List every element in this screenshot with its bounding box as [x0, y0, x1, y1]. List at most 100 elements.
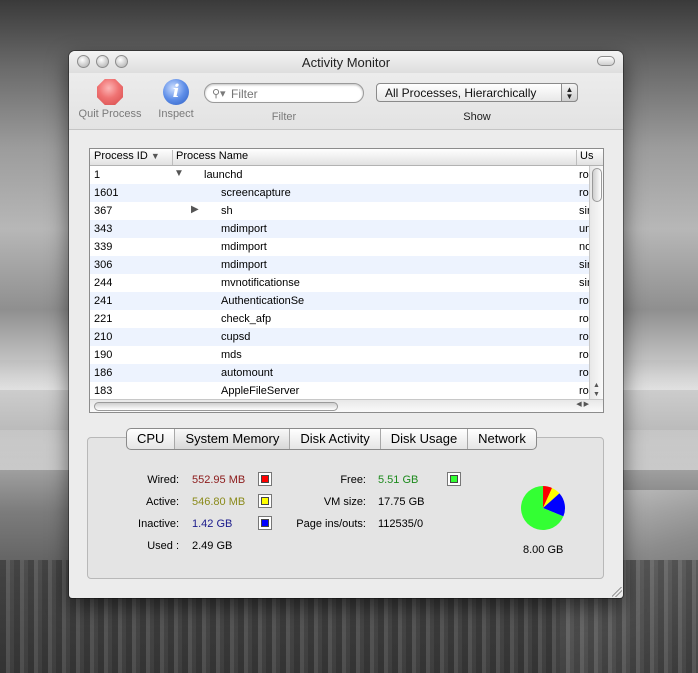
filter-input[interactable] — [229, 86, 361, 102]
filter-control: ⚲▾ Filter — [204, 83, 364, 123]
table-header: Process ID ▼ Process Name Us — [90, 149, 603, 166]
process-id: 1 — [94, 169, 101, 181]
page-ins-outs-value: 112535/0 — [378, 518, 424, 530]
horizontal-scrollbar[interactable]: ◀ ▶ — [90, 399, 603, 412]
show-processes-select[interactable]: All Processes, Hierarchically ▲ ▼ — [376, 83, 578, 102]
active-swatch-color — [261, 497, 269, 505]
active-color-swatch[interactable] — [258, 494, 272, 508]
table-row[interactable]: 1 ▼ launchd ro — [90, 166, 590, 184]
quit-process-button[interactable]: Quit Process — [74, 79, 146, 120]
vertical-scroll-thumb[interactable] — [592, 168, 602, 202]
table-row[interactable]: 367 ▶ sh sir — [90, 202, 590, 220]
process-id: 306 — [94, 259, 113, 271]
process-id: 221 — [94, 313, 113, 325]
process-id: 367 — [94, 205, 113, 217]
page-ins-outs-label: Page ins/outs: — [296, 518, 366, 530]
free-value: 5.51 GB — [378, 474, 419, 486]
vm-size-value: 17.75 GB — [378, 496, 425, 508]
vertical-scrollbar[interactable]: ▲ ▼ — [589, 166, 603, 399]
used-label: Used : — [147, 540, 179, 552]
resize-grip-icon[interactable] — [612, 587, 622, 597]
stop-sign-icon — [97, 79, 123, 105]
table-row[interactable]: 241 AuthenticationSe ro — [90, 292, 590, 310]
tab-system-memory[interactable]: System Memory — [174, 429, 290, 449]
process-name: cupsd — [221, 331, 251, 343]
process-name: mdimport — [221, 259, 267, 271]
disclosure-triangle-icon[interactable]: ▶ — [191, 204, 199, 215]
horizontal-scroll-thumb[interactable] — [94, 402, 338, 411]
table-row[interactable]: 183 AppleFileServer ro — [90, 382, 590, 400]
process-id: 343 — [94, 223, 113, 235]
process-id: 339 — [94, 241, 113, 253]
tab-network[interactable]: Network — [467, 429, 536, 449]
process-name: launchd — [204, 169, 243, 181]
process-name: mvnotificationse — [221, 277, 300, 289]
table-rows: 1 ▼ launchd ro 1601 screencapture ro 367… — [90, 166, 590, 399]
filter-field[interactable]: ⚲▾ — [204, 83, 364, 103]
free-color-swatch[interactable] — [447, 472, 461, 486]
process-name: mds — [221, 349, 242, 361]
free-label: Free: — [340, 474, 366, 486]
wired-swatch-color — [261, 475, 269, 483]
process-id: 1601 — [94, 187, 119, 199]
process-name: mdimport — [221, 241, 267, 253]
wired-value: 552.95 MB — [192, 474, 246, 486]
process-name: automount — [221, 367, 273, 379]
process-id: 186 — [94, 367, 113, 379]
column-header-process-name[interactable]: Process Name — [172, 150, 576, 165]
process-table: Process ID ▼ Process Name Us 1 ▼ launchd… — [89, 148, 604, 413]
process-name: AuthenticationSe — [221, 295, 305, 307]
toolbar-toggle-button[interactable] — [597, 56, 615, 66]
process-id: 183 — [94, 385, 113, 397]
title-bar[interactable]: Activity Monitor — [69, 51, 623, 74]
inactive-label: Inactive: — [138, 518, 179, 530]
process-name: mdimport — [221, 223, 267, 235]
inactive-value: 1.42 GB — [192, 518, 233, 530]
inspect-label: Inspect — [158, 108, 194, 120]
updown-arrows-icon: ▲ ▼ — [561, 83, 578, 102]
table-row[interactable]: 244 mvnotificationse sir — [90, 274, 590, 292]
wired-label: Wired: — [147, 474, 179, 486]
column-label: Process ID — [94, 150, 148, 162]
sort-descending-icon: ▼ — [150, 151, 160, 161]
inspect-button[interactable]: i Inspect — [151, 79, 201, 120]
process-id: 241 — [94, 295, 113, 307]
active-value: 546.80 MB — [192, 496, 246, 508]
table-row[interactable]: 210 cupsd ro — [90, 328, 590, 346]
column-header-user[interactable]: Us — [576, 150, 603, 165]
info-icon: i — [163, 79, 189, 105]
process-name: screencapture — [221, 187, 291, 199]
table-row[interactable]: 186 automount ro — [90, 364, 590, 382]
tab-disk-usage[interactable]: Disk Usage — [379, 429, 467, 449]
quit-process-label: Quit Process — [78, 108, 142, 120]
table-row[interactable]: 343 mdimport un — [90, 220, 590, 238]
table-row[interactable]: 339 mdimport no — [90, 238, 590, 256]
process-name: check_afp — [221, 313, 272, 325]
total-memory-value: 8.00 GB — [523, 544, 564, 556]
scroll-arrows-icon[interactable]: ▲ ▼ — [590, 381, 603, 399]
column-header-process-id[interactable]: Process ID ▼ — [94, 150, 166, 165]
table-row[interactable]: 1601 screencapture ro — [90, 184, 590, 202]
vm-size-label: VM size: — [323, 496, 366, 508]
disclosure-triangle-icon[interactable]: ▼ — [174, 168, 184, 179]
free-swatch-color — [450, 475, 458, 483]
toolbar: Quit Process i Inspect ⚲▾ Filter All Pro… — [69, 73, 623, 130]
monitor-tabs: CPU System Memory Disk Activity Disk Usa… — [126, 428, 537, 450]
process-id: 210 — [94, 331, 113, 343]
table-row[interactable]: 306 mdimport sir — [90, 256, 590, 274]
search-icon: ⚲▾ — [212, 88, 226, 100]
wired-color-swatch[interactable] — [258, 472, 272, 486]
activity-monitor-window: Activity Monitor Quit Process i Inspect … — [69, 51, 623, 598]
process-id: 244 — [94, 277, 113, 289]
show-select-value: All Processes, Hierarchically — [385, 86, 537, 100]
process-name: AppleFileServer — [221, 385, 300, 397]
tab-cpu[interactable]: CPU — [127, 429, 174, 449]
active-label: Active: — [145, 496, 179, 508]
scroll-arrows-icon[interactable]: ◀ ▶ — [576, 400, 589, 408]
process-name: sh — [221, 205, 233, 217]
window-title: Activity Monitor — [301, 55, 391, 70]
table-row[interactable]: 221 check_afp ro — [90, 310, 590, 328]
memory-pie-chart — [521, 486, 565, 530]
tab-disk-activity[interactable]: Disk Activity — [289, 429, 379, 449]
table-row[interactable]: 190 mds ro — [90, 346, 590, 364]
